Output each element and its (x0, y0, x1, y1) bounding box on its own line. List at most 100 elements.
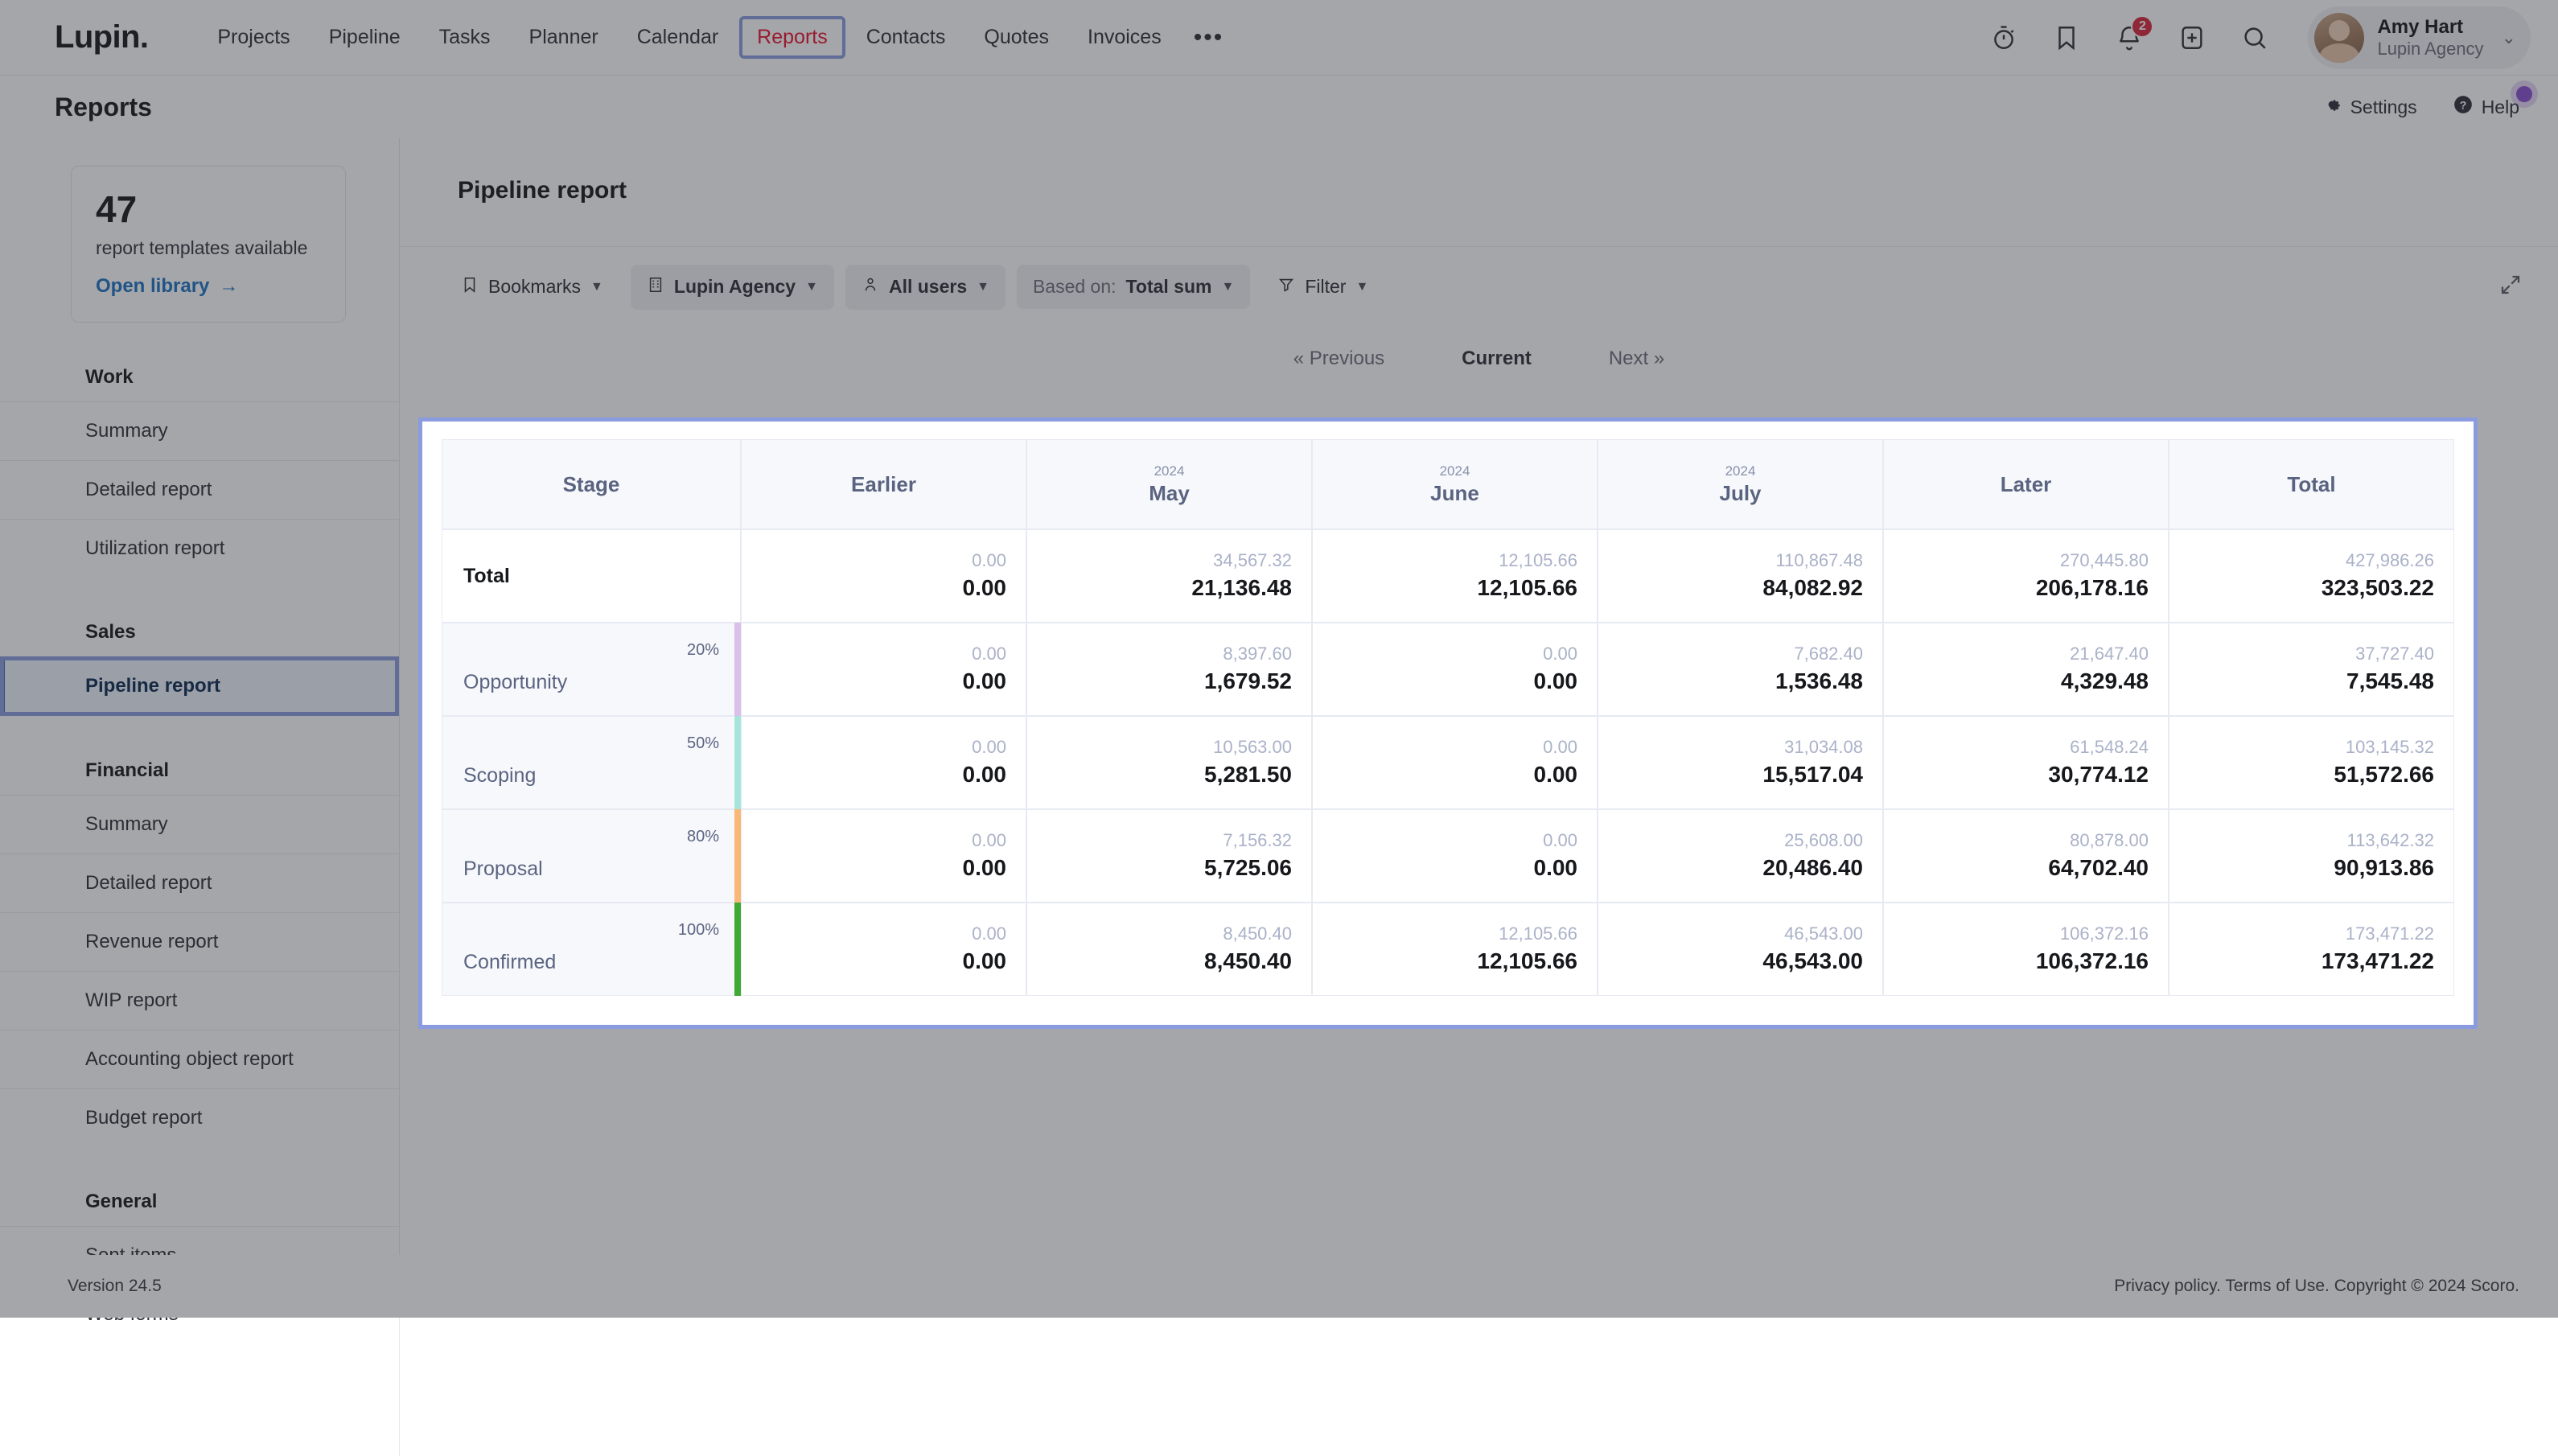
nav-item-planner[interactable]: Planner (512, 16, 616, 59)
value-cell[interactable]: 31,034.0815,517.04 (1598, 716, 1883, 809)
bookmarks-dropdown[interactable]: Bookmarks ▼ (445, 265, 619, 310)
next-period-button[interactable]: Next » (1609, 348, 1664, 370)
value-cell[interactable]: 103,145.3251,572.66 (2169, 716, 2454, 809)
nav-item-reports[interactable]: Reports (739, 16, 845, 59)
nav-item-tasks[interactable]: Tasks (422, 16, 508, 59)
table-row[interactable]: 50%Scoping0.000.0010,563.005,281.500.000… (442, 716, 2454, 809)
bell-icon[interactable]: 2 (2108, 17, 2150, 59)
sidebar-item-detailed-report[interactable]: Detailed report (0, 853, 399, 912)
column-header-later[interactable]: Later (1883, 439, 2169, 529)
stage-cell[interactable]: 80%Proposal (442, 809, 741, 903)
search-icon[interactable] (2234, 17, 2276, 59)
column-header-july[interactable]: 2024July (1598, 439, 1883, 529)
value-cell[interactable]: 427,986.26323,503.22 (2169, 529, 2454, 623)
gross-value: 12,105.66 (1332, 922, 1577, 946)
sidebar-item-revenue-report[interactable]: Revenue report (0, 912, 399, 971)
value-cell[interactable]: 21,647.404,329.48 (1883, 623, 2169, 716)
add-icon[interactable] (2171, 17, 2213, 59)
expand-fullscreen-icon[interactable] (2498, 273, 2523, 301)
value-cell[interactable]: 0.000.00 (1312, 716, 1598, 809)
nav-item-projects[interactable]: Projects (199, 16, 307, 59)
weighted-value: 0.00 (761, 573, 1006, 603)
filter-dropdown[interactable]: Filter ▼ (1261, 265, 1384, 310)
chevron-down-icon[interactable]: ⌄ (2502, 27, 2516, 48)
value-cell[interactable]: 106,372.16106,372.16 (1883, 903, 2169, 996)
gross-value: 110,867.48 (1618, 549, 1863, 573)
sidebar-item-summary[interactable]: Summary (0, 795, 399, 853)
table-row[interactable]: 80%Proposal0.000.007,156.325,725.060.000… (442, 809, 2454, 903)
sidebar-item-summary[interactable]: Summary (0, 401, 399, 460)
value-cell[interactable]: 34,567.3221,136.48 (1026, 529, 1312, 623)
sidebar-item-budget-report[interactable]: Budget report (0, 1088, 399, 1147)
gross-value: 7,682.40 (1618, 642, 1863, 666)
value-cell[interactable]: 25,608.0020,486.40 (1598, 809, 1883, 903)
table-row[interactable]: 100%Confirmed0.000.008,450.408,450.4012,… (442, 903, 2454, 996)
stage-cell[interactable]: 20%Opportunity (442, 623, 741, 716)
value-cell[interactable]: 37,727.407,545.48 (2169, 623, 2454, 716)
weighted-value: 5,725.06 (1047, 853, 1292, 883)
value-cell[interactable]: 8,450.408,450.40 (1026, 903, 1312, 996)
nav-item-calendar[interactable]: Calendar (619, 16, 736, 59)
nav-item-quotes[interactable]: Quotes (966, 16, 1067, 59)
sidebar-item-wip-report[interactable]: WIP report (0, 971, 399, 1030)
value-cell[interactable]: 110,867.4884,082.92 (1598, 529, 1883, 623)
column-header-may[interactable]: 2024May (1026, 439, 1312, 529)
value-cell[interactable]: 0.000.00 (1312, 809, 1598, 903)
table-row[interactable]: 20%Opportunity0.000.008,397.601,679.520.… (442, 623, 2454, 716)
sidebar-item-detailed-report[interactable]: Detailed report (0, 460, 399, 519)
nav-item-contacts[interactable]: Contacts (849, 16, 964, 59)
weighted-value: 7,545.48 (2189, 666, 2434, 697)
previous-period-button[interactable]: « Previous (1293, 348, 1384, 370)
value-cell[interactable]: 7,156.325,725.06 (1026, 809, 1312, 903)
chevron-down-icon: ▼ (590, 280, 603, 294)
value-cell[interactable]: 0.000.00 (1312, 623, 1598, 716)
value-cell[interactable]: 12,105.6612,105.66 (1312, 903, 1598, 996)
value-cell[interactable]: 0.000.00 (741, 623, 1026, 716)
open-library-link[interactable]: Open library → (96, 275, 321, 298)
value-cell[interactable]: 0.000.00 (741, 716, 1026, 809)
value-cell[interactable]: 12,105.6612,105.66 (1312, 529, 1598, 623)
weighted-value: 1,536.48 (1618, 666, 1863, 697)
value-cell[interactable]: 61,548.2430,774.12 (1883, 716, 2169, 809)
pipeline-report-panel[interactable]: StageEarlier2024May2024June2024JulyLater… (418, 417, 2478, 1029)
value-cell[interactable]: 173,471.22173,471.22 (2169, 903, 2454, 996)
help-button[interactable]: ? Help (2453, 94, 2519, 120)
value-cell[interactable]: 8,397.601,679.52 (1026, 623, 1312, 716)
column-header-stage[interactable]: Stage (442, 439, 741, 529)
current-period-button[interactable]: Current (1462, 348, 1532, 370)
users-dropdown[interactable]: All users ▼ (845, 265, 1006, 310)
value-cell[interactable]: 0.000.00 (741, 903, 1026, 996)
column-header-june[interactable]: 2024June (1312, 439, 1598, 529)
value-cell[interactable]: 0.000.00 (741, 529, 1026, 623)
weighted-value: 90,913.86 (2189, 853, 2434, 883)
value-cell[interactable]: 0.000.00 (741, 809, 1026, 903)
svg-text:?: ? (2459, 98, 2466, 111)
value-cell[interactable]: 46,543.0046,543.00 (1598, 903, 1883, 996)
based-on-dropdown[interactable]: Based on: Total sum ▼ (1017, 265, 1250, 309)
app-logo[interactable]: Lupin. (55, 19, 148, 56)
sidebar-item-accounting-object-report[interactable]: Accounting object report (0, 1030, 399, 1088)
column-header-earlier[interactable]: Earlier (741, 439, 1026, 529)
gear-icon (2322, 94, 2342, 120)
value-cell[interactable]: 270,445.80206,178.16 (1883, 529, 2169, 623)
sidebar-item-utilization-report[interactable]: Utilization report (0, 519, 399, 578)
user-menu[interactable]: Amy Hart Lupin Agency ⌄ (2308, 6, 2531, 69)
nav-more-icon[interactable]: ••• (1179, 24, 1239, 51)
value-cell[interactable]: 10,563.005,281.50 (1026, 716, 1312, 809)
table-row-total[interactable]: Total0.000.0034,567.3221,136.4812,105.66… (442, 529, 2454, 623)
timer-icon[interactable] (1983, 17, 2025, 59)
column-header-total[interactable]: Total (2169, 439, 2454, 529)
stage-cell[interactable]: 50%Scoping (442, 716, 741, 809)
stage-cell[interactable]: 100%Confirmed (442, 903, 741, 996)
settings-button[interactable]: Settings (2322, 94, 2417, 120)
value-cell[interactable]: 80,878.0064,702.40 (1883, 809, 2169, 903)
sidebar-item-pipeline-report[interactable]: Pipeline report (0, 656, 399, 716)
top-navigation-bar: Lupin. ProjectsPipelineTasksPlannerCalen… (0, 0, 2558, 76)
value-cell[interactable]: 113,642.3290,913.86 (2169, 809, 2454, 903)
nav-item-invoices[interactable]: Invoices (1070, 16, 1179, 59)
bookmark-icon[interactable] (2046, 17, 2087, 59)
value-cell[interactable]: 7,682.401,536.48 (1598, 623, 1883, 716)
open-library-label: Open library (96, 275, 209, 298)
nav-item-pipeline[interactable]: Pipeline (311, 16, 418, 59)
company-dropdown[interactable]: Lupin Agency ▼ (631, 265, 834, 310)
